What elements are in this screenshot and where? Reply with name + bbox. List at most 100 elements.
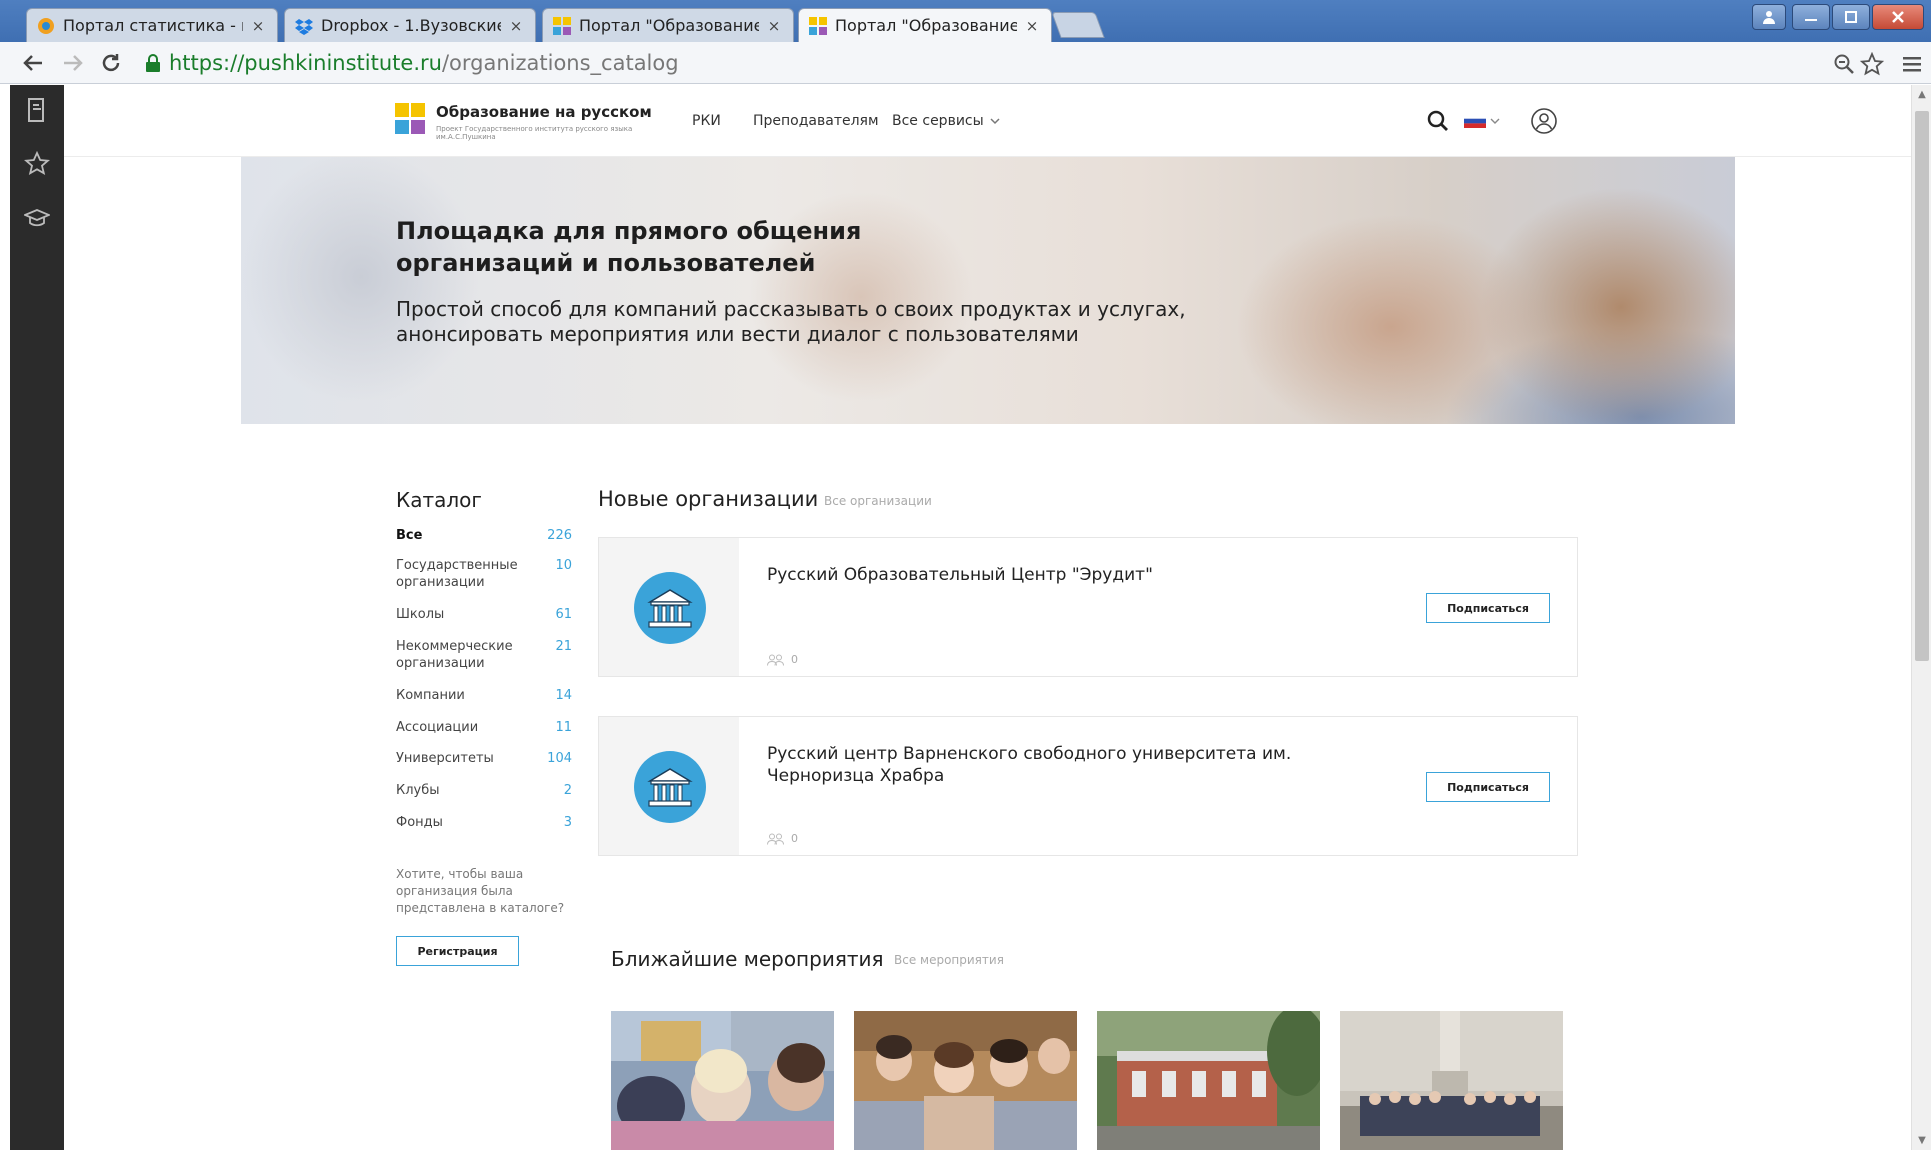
upcoming-events-title: Ближайшие мероприятия <box>611 947 884 971</box>
catalog-item-associations[interactable]: Ассоциации 11 <box>396 719 572 736</box>
register-note: Хотите, чтобы ваша организация была пред… <box>396 867 565 915</box>
tab-close-icon[interactable]: × <box>1023 17 1041 35</box>
tab-label: Dropbox - 1.Вузовские вы <box>321 16 501 35</box>
catalog-item-companies[interactable]: Компании 14 <box>396 687 572 704</box>
organization-card[interactable]: Русский Образовательный Центр "Эрудит" 0… <box>598 537 1578 677</box>
institution-building-icon <box>634 751 706 823</box>
scroll-up-icon[interactable]: ▲ <box>1912 89 1931 100</box>
search-icon[interactable] <box>1424 107 1452 135</box>
organization-name[interactable]: Русский Образовательный Центр "Эрудит" <box>767 564 1327 586</box>
catalog-item-count: 11 <box>555 720 572 735</box>
catalog-item-count: 3 <box>563 815 572 830</box>
catalog-item-count: 61 <box>555 607 572 622</box>
back-arrow-icon[interactable] <box>18 48 48 78</box>
catalog-item-label: Фонды <box>396 815 443 830</box>
close-window-icon[interactable] <box>1872 4 1924 30</box>
hero-subtitle: Простой способ для компаний рассказывать… <box>396 297 1186 346</box>
document-icon[interactable] <box>24 97 50 123</box>
organization-card[interactable]: Русский центр Варненского свободного уни… <box>598 716 1578 856</box>
vertical-scrollbar[interactable]: ▲ ▼ <box>1911 85 1931 1150</box>
browser-tab-2[interactable]: Dropbox - 1.Вузовские вы × <box>284 8 536 42</box>
menu-hamburger-icon[interactable] <box>1898 50 1926 78</box>
catalog-item-label: Компании <box>396 688 465 703</box>
maximize-icon[interactable] <box>1832 4 1870 30</box>
zoom-icon[interactable] <box>1830 50 1858 78</box>
subscribe-button[interactable]: Подписаться <box>1426 772 1550 802</box>
event-photo-students <box>854 1011 1077 1150</box>
chevron-down-icon <box>1490 118 1500 124</box>
catalog-item-count: 21 <box>555 639 572 654</box>
catalog-item-state-organizations[interactable]: Государственные организации 10 <box>396 557 572 591</box>
new-organizations-title: Новые организации <box>598 487 819 511</box>
hero-title: Площадка для прямого общения организаций… <box>396 217 862 277</box>
url-bar[interactable]: https://pushkininstitute.ru/organization… <box>145 48 1825 78</box>
user-account-icon[interactable] <box>1530 107 1558 135</box>
institution-building-icon <box>634 572 706 644</box>
portal-logo-icon <box>553 16 571 35</box>
forward-arrow-icon[interactable] <box>58 48 88 78</box>
catalog-item-label: Ассоциации <box>396 720 479 735</box>
all-events-link[interactable]: Все мероприятия <box>894 953 1004 967</box>
nav-rki[interactable]: РКИ <box>692 113 721 129</box>
catalog-item-all[interactable]: Все 226 <box>396 527 572 544</box>
scrollbar-thumb[interactable] <box>1915 111 1929 661</box>
catalog-item-label: Государственные организации <box>396 558 518 590</box>
catalog-item-count: 104 <box>547 751 572 766</box>
event-image[interactable] <box>1340 1011 1563 1150</box>
catalog-item-nonprofit[interactable]: Некоммерческие организации 21 <box>396 638 572 672</box>
catalog-item-universities[interactable]: Университеты 104 <box>396 750 572 767</box>
bookmark-star-icon[interactable] <box>1858 50 1886 78</box>
catalog-item-count: 2 <box>563 783 572 798</box>
user-profile-icon[interactable] <box>1752 4 1786 30</box>
hero-banner: Площадка для прямого общения организаций… <box>241 157 1735 424</box>
catalog-item-schools[interactable]: Школы 61 <box>396 606 572 623</box>
language-selector[interactable] <box>1464 107 1504 135</box>
catalog-item-count: 10 <box>555 558 572 573</box>
reload-icon[interactable] <box>96 48 126 78</box>
catalog-item-clubs[interactable]: Клубы 2 <box>396 782 572 799</box>
event-image[interactable] <box>854 1011 1077 1150</box>
event-image[interactable] <box>611 1011 834 1150</box>
organization-thumbnail <box>599 538 739 676</box>
subscribers-value: 0 <box>791 832 798 845</box>
portal-logo[interactable] <box>395 103 435 137</box>
graduation-cap-icon[interactable] <box>24 205 50 231</box>
tab-close-icon[interactable]: × <box>765 17 783 35</box>
catalog-item-label: Клубы <box>396 783 440 798</box>
browser-tab-3[interactable]: Портал "Образование на × <box>542 8 794 42</box>
site-header: Образование на русском Проект Государств… <box>64 85 1911 157</box>
tab-label: Портал "Образование на <box>579 16 759 35</box>
register-button[interactable]: Регистрация <box>396 936 519 966</box>
scroll-down-icon[interactable]: ▼ <box>1912 1135 1931 1146</box>
nav-all-services[interactable]: Все сервисы <box>892 113 1001 129</box>
event-photo-group <box>1340 1011 1563 1150</box>
event-image[interactable] <box>1097 1011 1320 1150</box>
url-host: https://pushkininstitute.ru <box>169 51 442 75</box>
all-organizations-link[interactable]: Все организации <box>824 494 932 508</box>
new-tab-button[interactable] <box>1051 12 1105 38</box>
subscribers-count: 0 <box>767 653 798 666</box>
favorites-star-icon[interactable] <box>24 151 50 177</box>
organization-thumbnail <box>599 717 739 855</box>
tab-close-icon[interactable]: × <box>507 17 525 35</box>
tab-close-icon[interactable]: × <box>249 17 267 35</box>
subscribe-button[interactable]: Подписаться <box>1426 593 1550 623</box>
minimize-icon[interactable] <box>1792 4 1830 30</box>
browser-tab-1[interactable]: Портал статистика - mi_y × <box>26 8 278 42</box>
catalog-item-label: Все <box>396 528 423 543</box>
catalog-title: Каталог <box>396 488 482 512</box>
organization-name[interactable]: Русский центр Варненского свободного уни… <box>767 743 1327 787</box>
tab-label: Портал "Образование на <box>835 16 1017 35</box>
brand-title[interactable]: Образование на русском <box>436 103 652 121</box>
chevron-down-icon <box>990 118 1000 125</box>
browser-tab-bar: Портал статистика - mi_y × Dropbox - 1.В… <box>0 0 1931 42</box>
browser-toolbar: https://pushkininstitute.ru/organization… <box>0 42 1931 84</box>
left-side-strip <box>10 85 64 1150</box>
people-icon <box>767 833 784 845</box>
tab-label: Портал статистика - mi_y <box>63 16 243 35</box>
browser-tab-4-active[interactable]: Портал "Образование на × <box>798 8 1052 42</box>
url-path: /organizations_catalog <box>441 51 679 75</box>
nav-teachers[interactable]: Преподавателям <box>753 113 879 129</box>
catalog-item-label: Некоммерческие организации <box>396 639 513 671</box>
catalog-item-funds[interactable]: Фонды 3 <box>396 814 572 831</box>
